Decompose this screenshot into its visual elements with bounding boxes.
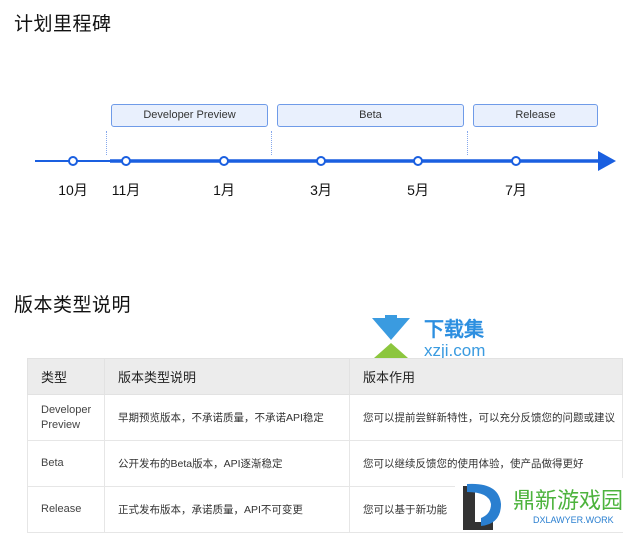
watermark-dxlawyer: 鼎新游戏园 DXLAWYER.WORK bbox=[455, 478, 635, 532]
milestone-dot bbox=[121, 156, 131, 166]
month-label: 3月 bbox=[310, 182, 332, 198]
table-title: 版本类型说明 bbox=[14, 294, 132, 316]
header-purpose: 版本作用 bbox=[349, 358, 623, 395]
milestone-dot bbox=[413, 156, 423, 166]
month-label: 11月 bbox=[111, 182, 141, 198]
watermark-en: DXLAWYER.WORK bbox=[533, 515, 614, 525]
cell-type: Release bbox=[27, 486, 105, 533]
watermark-cn: 下载集 bbox=[424, 317, 485, 341]
month-label: 7月 bbox=[505, 182, 527, 198]
timeline-title: 计划里程碑 bbox=[14, 13, 112, 35]
phase-release: Release bbox=[473, 104, 598, 127]
month-label: 1月 bbox=[213, 182, 235, 198]
header-description: 版本类型说明 bbox=[104, 358, 350, 395]
table-row: Developer Preview 早期预览版本，不承诺质量，不承诺API稳定 … bbox=[27, 394, 623, 441]
cell-purpose: 您可以提前尝鲜新特性，可以充分反馈您的问题或建议 bbox=[349, 394, 623, 441]
cell-type: Developer Preview bbox=[27, 394, 105, 441]
phase-developer-preview: Developer Preview bbox=[111, 104, 268, 127]
arrow-head-icon bbox=[598, 151, 616, 171]
cell-description: 公开发布的Beta版本，API逐渐稳定 bbox=[104, 440, 350, 487]
watermark-cn: 鼎新游戏园 bbox=[513, 488, 623, 513]
milestone-dot bbox=[316, 156, 326, 166]
timeline-axis bbox=[35, 151, 616, 171]
phase-beta: Beta bbox=[277, 104, 464, 127]
milestone-dot bbox=[68, 156, 78, 166]
milestone-dot bbox=[219, 156, 229, 166]
table-header-row: 类型 版本类型说明 版本作用 bbox=[27, 358, 623, 395]
header-type: 类型 bbox=[27, 358, 105, 395]
watermark-xzji: 下载集 xzji.com bbox=[372, 315, 522, 360]
cell-description: 早期预览版本，不承诺质量，不承诺API稳定 bbox=[104, 394, 350, 441]
month-label: 5月 bbox=[407, 182, 429, 198]
month-label: 10月 bbox=[58, 182, 88, 198]
cell-type: Beta bbox=[27, 440, 105, 487]
milestone-dot bbox=[511, 156, 521, 166]
cell-description: 正式发布版本，承诺质量，API不可变更 bbox=[104, 486, 350, 533]
